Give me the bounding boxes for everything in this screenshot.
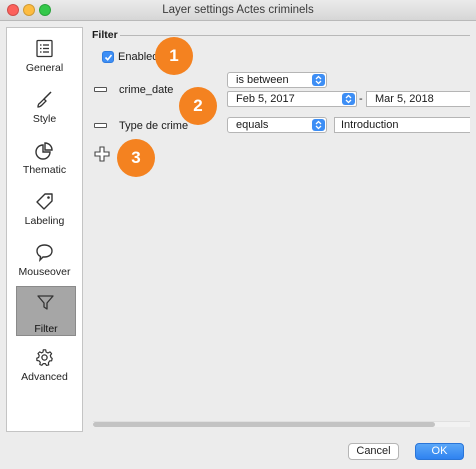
- scrollbar-thumb[interactable]: [93, 422, 435, 427]
- chevron-updown-icon: [312, 74, 325, 86]
- pie-chart-icon: [35, 142, 53, 160]
- section-heading: Filter: [92, 29, 118, 41]
- date-from-value: Feb 5, 2017: [236, 93, 295, 105]
- sidebar-item-label: Labeling: [24, 215, 65, 227]
- operator-select[interactable]: is between: [227, 72, 327, 88]
- field-name: crime_date: [119, 84, 174, 96]
- horizontal-scrollbar[interactable]: [93, 421, 470, 427]
- remove-condition-button[interactable]: [94, 87, 107, 92]
- sidebar-item-thematic[interactable]: Thematic: [7, 139, 82, 189]
- funnel-icon: [37, 295, 54, 310]
- date-to-picker[interactable]: Mar 5, 2018: [366, 91, 470, 107]
- annotation-badge: 1: [155, 37, 193, 75]
- chevron-updown-icon: [312, 119, 325, 131]
- sidebar-item-label: Mouseover: [18, 266, 71, 278]
- range-separator: -: [359, 93, 363, 105]
- field-name: Type de crime: [119, 120, 189, 132]
- sidebar-item-advanced[interactable]: Advanced: [7, 346, 82, 396]
- sidebar-item-filter[interactable]: Filter: [16, 286, 76, 336]
- brush-icon: [37, 91, 52, 108]
- sidebar-item-label: Thematic: [22, 164, 67, 176]
- chevron-updown-icon: [342, 93, 355, 105]
- date-to-value: Mar 5, 2018: [375, 93, 434, 105]
- speech-bubble-icon: [36, 244, 53, 262]
- window-title: Layer settings Actes criminels: [162, 4, 314, 16]
- sidebar-item-general[interactable]: General: [7, 37, 82, 87]
- annotation-badge: 3: [117, 139, 155, 177]
- list-icon: [36, 39, 53, 58]
- sidebar-item-label: Advanced: [21, 371, 68, 383]
- operator-value: equals: [236, 119, 269, 131]
- value-text: Introduction: [341, 119, 399, 131]
- sidebar-item-label: Filter: [34, 323, 58, 335]
- date-from-picker[interactable]: Feb 5, 2017: [227, 91, 357, 107]
- sidebar-item-label: Style: [32, 113, 57, 125]
- gear-icon: [36, 349, 53, 366]
- value-input[interactable]: Introduction: [334, 117, 470, 133]
- operator-value: is between: [236, 74, 289, 86]
- tag-icon: [36, 193, 53, 210]
- sidebar-item-mouseover[interactable]: Mouseover: [7, 241, 82, 291]
- checkmark-icon: [104, 54, 113, 61]
- sidebar-item-style[interactable]: Style: [7, 88, 82, 138]
- ok-button[interactable]: OK: [415, 443, 464, 460]
- divider: [120, 35, 470, 36]
- add-condition-button[interactable]: [94, 146, 110, 162]
- enabled-label: Enabled: [118, 51, 159, 63]
- enabled-checkbox[interactable]: [102, 51, 114, 63]
- cancel-button[interactable]: Cancel: [348, 443, 399, 460]
- remove-condition-button[interactable]: [94, 123, 107, 128]
- title-bar: Layer settings Actes criminels: [0, 0, 476, 21]
- annotation-badge: 2: [179, 87, 217, 125]
- sidebar-item-label: General: [25, 62, 64, 74]
- settings-sidebar: General Style Thematic Labeling Mouseove…: [6, 27, 83, 432]
- operator-select[interactable]: equals: [227, 117, 327, 133]
- sidebar-item-labeling[interactable]: Labeling: [7, 190, 82, 240]
